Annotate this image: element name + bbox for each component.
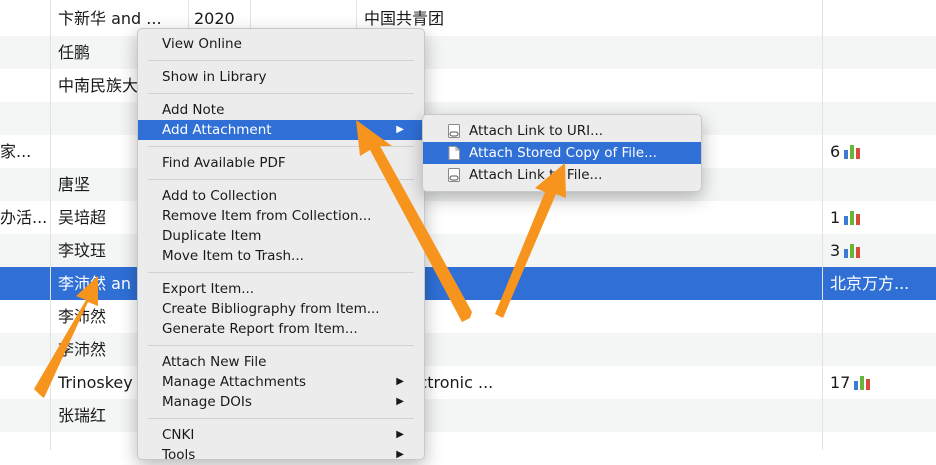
submenu-arrow-icon: ▶ xyxy=(396,376,404,387)
menu-item-remove-from-collection[interactable]: Remove Item from Collection... xyxy=(138,206,424,226)
submenu-arrow-icon: ▶ xyxy=(396,124,404,135)
cell-col0: 家... xyxy=(0,142,32,161)
menu-separator xyxy=(148,345,414,346)
menu-item-move-to-trash[interactable]: Move Item to Trash... xyxy=(138,246,424,266)
column-divider[interactable] xyxy=(822,0,823,450)
menu-item-manage-attachments[interactable]: Manage Attachments ▶ xyxy=(138,372,424,392)
menu-separator xyxy=(148,146,414,147)
cell-citations: 1 xyxy=(830,201,930,234)
menu-item-find-available-pdf[interactable]: Find Available PDF xyxy=(138,153,424,173)
citation-chart-icon xyxy=(844,143,861,159)
cell-extra: 北京万方... xyxy=(830,274,910,293)
link-document-icon xyxy=(448,168,460,182)
submenu-arrow-icon: ▶ xyxy=(396,429,404,440)
attachment-submenu: Attach Link to URI... Attach Stored Copy… xyxy=(422,114,702,192)
submenu-item-attach-stored-copy[interactable]: Attach Stored Copy of File... xyxy=(423,142,701,164)
citation-chart-icon xyxy=(844,209,861,225)
menu-item-add-to-collection[interactable]: Add to Collection xyxy=(138,186,424,206)
menu-item-attach-new-file[interactable]: Attach New File xyxy=(138,352,424,372)
menu-item-add-note[interactable]: Add Note xyxy=(138,100,424,120)
link-document-icon xyxy=(448,124,460,138)
menu-item-duplicate[interactable]: Duplicate Item xyxy=(138,226,424,246)
submenu-item-attach-link-file[interactable]: Attach Link to File... xyxy=(423,164,701,186)
submenu-item-attach-link-uri[interactable]: Attach Link to URI... xyxy=(423,120,701,142)
cell-col0 xyxy=(0,2,46,35)
menu-separator xyxy=(148,179,414,180)
cell-col0: 办活... xyxy=(0,208,46,227)
menu-item-show-in-library[interactable]: Show in Library xyxy=(138,67,424,87)
cell-citations: 6 xyxy=(830,135,930,168)
menu-item-create-bibliography[interactable]: Create Bibliography from Item... xyxy=(138,299,424,319)
citation-chart-icon xyxy=(854,374,871,390)
menu-item-add-attachment[interactable]: Add Attachment ▶ xyxy=(138,120,424,140)
menu-separator xyxy=(148,93,414,94)
menu-separator xyxy=(148,60,414,61)
menu-item-generate-report[interactable]: Generate Report from Item... xyxy=(138,319,424,339)
submenu-arrow-icon: ▶ xyxy=(396,449,404,460)
menu-item-cnki[interactable]: CNKI ▶ xyxy=(138,425,424,445)
menu-item-export[interactable]: Export Item... xyxy=(138,279,424,299)
menu-separator xyxy=(148,418,414,419)
menu-separator xyxy=(148,272,414,273)
menu-item-view-online[interactable]: View Online xyxy=(138,34,424,54)
cell-citations: 17 xyxy=(830,366,930,399)
citation-chart-icon xyxy=(844,242,861,258)
submenu-arrow-icon: ▶ xyxy=(396,396,404,407)
column-divider[interactable] xyxy=(50,0,51,450)
context-menu: View Online Show in Library Add Note Add… xyxy=(137,28,425,463)
menu-item-tools[interactable]: Tools ▶ xyxy=(138,445,424,465)
document-icon xyxy=(448,146,460,160)
menu-item-manage-dois[interactable]: Manage DOIs ▶ xyxy=(138,392,424,412)
cell-citations: 3 xyxy=(830,234,930,267)
